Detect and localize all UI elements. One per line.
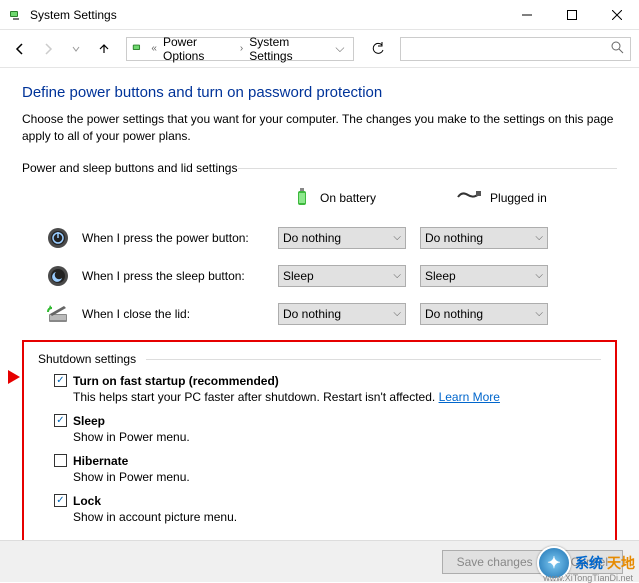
breadcrumb-icon xyxy=(131,41,145,57)
row-sleep-button-label: When I press the sleep button: xyxy=(82,269,278,283)
forward-button[interactable] xyxy=(36,37,60,61)
recent-dropdown[interactable] xyxy=(64,37,88,61)
checkbox-fast-startup[interactable]: ✓ xyxy=(54,374,67,387)
minimize-button[interactable] xyxy=(504,0,549,30)
watermark-text2: 天地 xyxy=(607,553,635,573)
row-power-button-label: When I press the power button: xyxy=(82,231,278,245)
select-lid-battery[interactable]: Do nothing⌵ xyxy=(278,303,406,325)
chevron-down-icon: ⌵ xyxy=(535,308,543,319)
close-button[interactable] xyxy=(594,0,639,30)
column-battery-label: On battery xyxy=(320,191,376,205)
power-button-icon xyxy=(46,226,70,250)
checkbox-fast-startup-label: Turn on fast startup (recommended) xyxy=(73,374,279,388)
checkbox-hibernate[interactable] xyxy=(54,454,67,467)
sleep-button-icon xyxy=(46,264,70,288)
breadcrumb-power-options[interactable]: Power Options xyxy=(159,35,238,63)
checkbox-hibernate-label: Hibernate xyxy=(73,454,128,468)
lock-desc: Show in account picture menu. xyxy=(54,510,601,524)
breadcrumb-system-settings[interactable]: System Settings xyxy=(245,35,331,63)
search-field[interactable] xyxy=(407,42,611,56)
row-close-lid: When I close the lid: Do nothing⌵ Do not… xyxy=(22,302,617,326)
highlight-arrow-icon xyxy=(8,370,20,384)
checkbox-lock[interactable]: ✓ xyxy=(54,494,67,507)
chevron-down-icon: ⌵ xyxy=(535,232,543,243)
check-hibernate: Hibernate Show in Power menu. xyxy=(38,454,601,484)
select-power-plugged[interactable]: Do nothing⌵ xyxy=(420,227,548,249)
sleep-desc: Show in Power menu. xyxy=(54,430,601,444)
search-input[interactable] xyxy=(400,37,632,61)
chevron-down-icon: ⌵ xyxy=(535,270,543,281)
group-shutdown-label: Shutdown settings xyxy=(38,352,601,366)
row-power-button: When I press the power button: Do nothin… xyxy=(22,226,617,250)
checkbox-lock-label: Lock xyxy=(73,494,101,508)
page-description: Choose the power settings that you want … xyxy=(22,111,617,145)
navbar: « Power Options › System Settings ⌵ xyxy=(0,30,639,68)
row-sleep-button: When I press the sleep button: Sleep⌵ Sl… xyxy=(22,264,617,288)
group-power-sleep-label: Power and sleep buttons and lid settings xyxy=(22,161,617,175)
save-changes-button[interactable]: Save changes xyxy=(442,550,548,574)
checkbox-sleep-label: Sleep xyxy=(73,414,105,428)
chevron-down-icon: ⌵ xyxy=(393,232,401,243)
fast-startup-desc: This helps start your PC faster after sh… xyxy=(54,390,601,404)
select-lid-plugged[interactable]: Do nothing⌵ xyxy=(420,303,548,325)
breadcrumb[interactable]: « Power Options › System Settings ⌵ xyxy=(126,37,354,61)
breadcrumb-sep[interactable]: « xyxy=(149,43,159,54)
page-title: Define power buttons and turn on passwor… xyxy=(22,84,617,101)
check-fast-startup: ✓ Turn on fast startup (recommended) Thi… xyxy=(38,374,601,404)
check-sleep: ✓ Sleep Show in Power menu. xyxy=(38,414,601,444)
learn-more-link[interactable]: Learn More xyxy=(439,390,500,404)
maximize-button[interactable] xyxy=(549,0,594,30)
select-power-battery[interactable]: Do nothing⌵ xyxy=(278,227,406,249)
back-button[interactable] xyxy=(8,37,32,61)
app-icon xyxy=(8,7,24,23)
lid-icon xyxy=(46,302,70,326)
up-button[interactable] xyxy=(92,37,116,61)
battery-icon xyxy=(292,185,312,212)
column-plugged: Plugged in xyxy=(456,189,547,208)
plug-icon xyxy=(456,189,482,208)
column-plugged-label: Plugged in xyxy=(490,191,547,205)
select-sleep-battery[interactable]: Sleep⌵ xyxy=(278,265,406,287)
select-sleep-plugged[interactable]: Sleep⌵ xyxy=(420,265,548,287)
hibernate-desc: Show in Power menu. xyxy=(54,470,601,484)
highlight-box: Shutdown settings ✓ Turn on fast startup… xyxy=(22,340,617,550)
search-icon[interactable] xyxy=(610,40,624,57)
content: Define power buttons and turn on passwor… xyxy=(0,68,639,550)
checkbox-sleep[interactable]: ✓ xyxy=(54,414,67,427)
column-headers: On battery Plugged in xyxy=(22,185,617,212)
titlebar: System Settings xyxy=(0,0,639,30)
chevron-right-icon[interactable]: › xyxy=(238,43,245,54)
chevron-down-icon: ⌵ xyxy=(393,308,401,319)
check-lock: ✓ Lock Show in account picture menu. xyxy=(38,494,601,524)
refresh-button[interactable] xyxy=(364,37,392,61)
chevron-down-icon: ⌵ xyxy=(393,270,401,281)
watermark-text1: 系统 xyxy=(575,553,603,573)
breadcrumb-dropdown[interactable]: ⌵ xyxy=(331,41,348,56)
row-close-lid-label: When I close the lid: xyxy=(82,307,278,321)
column-battery: On battery xyxy=(292,185,376,212)
window-title: System Settings xyxy=(30,8,504,22)
